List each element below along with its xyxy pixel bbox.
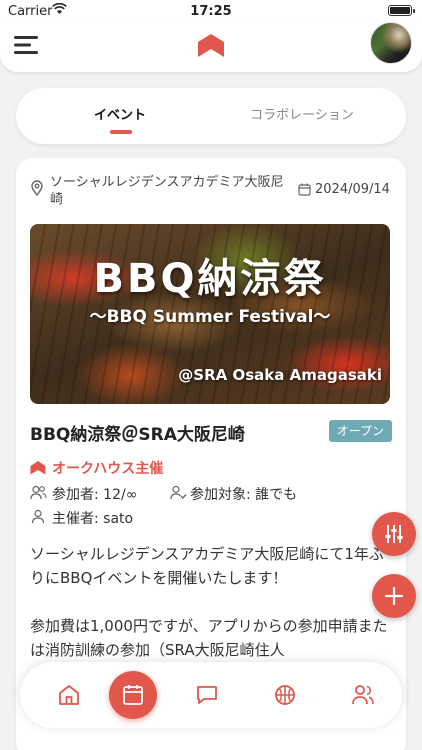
nav-events[interactable] [109,671,157,719]
tab-collaboration[interactable]: コラボレーション [212,88,392,144]
avatar[interactable] [370,22,412,64]
sports-icon [275,685,295,705]
event-banner-image[interactable]: BBQ納涼祭 〜BBQ Summer Festival〜 @SRA Osaka … [30,224,390,404]
plus-icon [384,586,404,606]
home-icon [59,685,79,705]
logo-icon [198,34,224,57]
nav-sports[interactable] [260,662,310,728]
user-icon [31,509,45,524]
sliders-icon [385,525,403,543]
target-user-icon [170,485,187,500]
tab-events[interactable]: イベント [30,88,210,144]
calendar-icon [298,183,311,196]
tab-indicator [110,130,132,134]
nav-home[interactable] [44,662,94,728]
status-badge: オープン [328,420,392,442]
banner-subtitle: 〜BBQ Summer Festival〜 [89,307,331,327]
add-event-button[interactable] [372,574,416,618]
nav-community[interactable] [338,662,388,728]
description-paragraph: ソーシャルレジデンスアカデミア大阪尼崎にて1年ぶりにBBQイベントを開催いたしま… [30,545,384,587]
app-header [0,22,422,72]
description-paragraph: 参加費は1,000円ですが、アプリからの参加申請または消防訓練の参加（SRA大阪… [30,617,388,659]
house-logo-icon [30,461,46,475]
status-bar: Carrier 17:25 [0,0,422,22]
organizer-house-label: オークハウス主催 [52,461,164,477]
participation-target: 参加対象: 誰でも [190,487,298,503]
location-pin-icon [31,180,43,196]
nav-chat[interactable] [182,662,232,728]
battery-icon [388,5,415,16]
menu-icon[interactable] [14,34,40,56]
bottom-nav [20,662,402,728]
host-name: 主催者: sato [52,511,134,527]
participants-icon [30,485,47,500]
users-icon [352,685,374,705]
event-location: ソーシャルレジデンスアカデミア大阪尼崎 [50,175,284,207]
chat-icon [197,686,217,704]
participants-count: 参加者: 12/∞ [52,487,138,503]
event-title: BBQ納涼祭＠SRA大阪尼崎 [30,425,245,445]
event-date: 2024/09/14 [315,182,390,197]
banner-title: BBQ納涼祭 [93,256,327,302]
calendar-icon [123,685,143,705]
clock: 17:25 [190,4,232,19]
filter-button[interactable] [372,512,416,556]
banner-footer: @SRA Osaka Amagasaki [178,366,382,384]
tab-bar: イベント コラボレーション [16,88,406,144]
